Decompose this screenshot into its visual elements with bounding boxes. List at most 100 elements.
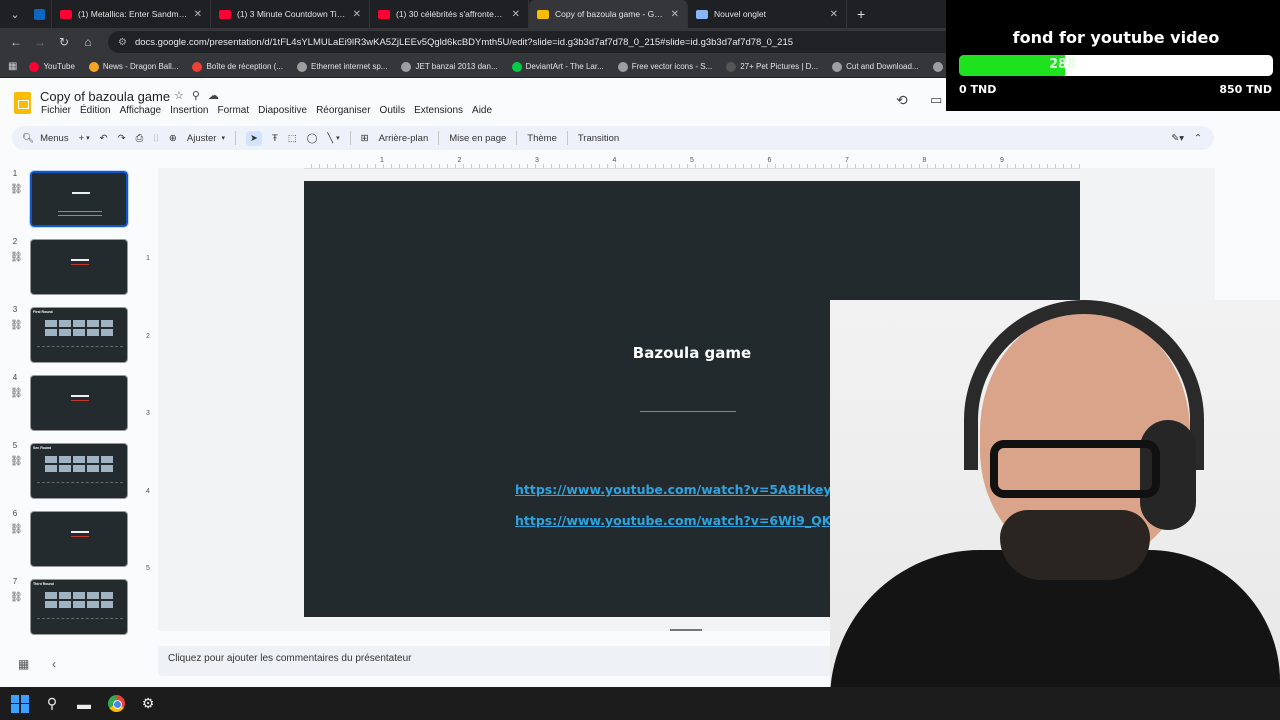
menu-item[interactable]: Format — [217, 105, 249, 116]
menu-item[interactable]: Insertion — [170, 105, 208, 116]
linked-slide-icon[interactable]: ⛓ — [10, 456, 23, 467]
slide-thumbnail-row[interactable]: 6 ⛓ — [8, 509, 133, 569]
browser-tab[interactable]: (1) Metallica: Enter Sandman ( ✕ — [52, 0, 211, 28]
slides-logo-icon[interactable] — [14, 92, 31, 114]
bookmark-item[interactable]: Cut and Download... — [832, 61, 919, 72]
slide-thumbnail-row[interactable]: 7 ⛓ Third Round — [8, 577, 133, 637]
bookmark-item[interactable]: News - Dragon Ball... — [88, 61, 178, 72]
bookmark-item[interactable]: DeviantArt - The Lar... — [511, 61, 604, 72]
home-icon[interactable]: ⌂ — [76, 35, 100, 49]
linked-slide-icon[interactable]: ⛓ — [10, 320, 23, 331]
forward-arrow-icon[interactable]: → — [28, 35, 52, 49]
bookmark-item[interactable]: 27+ Pet Pictures | D... — [726, 61, 818, 72]
browser-tab[interactable]: Nouvel onglet ✕ — [688, 0, 847, 28]
slide-thumbnail[interactable] — [30, 511, 128, 567]
collapse-filmstrip-icon[interactable]: ‹ — [52, 657, 56, 671]
bookmark-item[interactable]: Boîte de réception (... — [192, 61, 283, 72]
layout-button[interactable]: Mise en page — [449, 133, 506, 144]
slide-thumbnail-row[interactable]: 4 ⛓ — [8, 373, 133, 433]
slide-link-2[interactable]: https://www.youtube.com/watch?v=6Wi9_QKJ… — [515, 513, 861, 528]
slide-divider-line[interactable] — [640, 411, 736, 412]
menu-item[interactable]: Diapositive — [258, 105, 307, 116]
horizontal-ruler[interactable]: 1 2 3 4 5 6 7 8 9 — [304, 157, 1080, 169]
notes-resize-handle[interactable] — [670, 629, 702, 631]
slide-thumbnail[interactable] — [29, 170, 129, 228]
search-icon[interactable]: ⚲ — [42, 694, 62, 714]
version-history-icon[interactable]: ⟲ — [896, 92, 908, 109]
pen-mode-icon[interactable]: ✎▾ — [1171, 133, 1184, 144]
background-button[interactable]: Arrière-plan — [379, 133, 429, 144]
bookmark-item[interactable]: YouTube — [29, 61, 75, 72]
image-icon[interactable]: ⬚ — [288, 133, 297, 144]
add-comment-icon[interactable]: ⊞ — [361, 133, 369, 144]
tab-linkedin[interactable] — [28, 0, 52, 28]
slide-thumbnail[interactable] — [30, 239, 128, 295]
close-tab-icon[interactable]: ✕ — [830, 9, 838, 20]
menu-item[interactable]: Aide — [472, 105, 492, 116]
print-icon[interactable]: ⎙ — [136, 133, 144, 144]
menu-item[interactable]: Extensions — [414, 105, 463, 116]
bookmark-item[interactable]: JET banzai 2013 dan... — [401, 61, 498, 72]
linked-slide-icon[interactable]: ⛓ — [10, 592, 23, 603]
tab-search-chevron-icon[interactable]: ⌄ — [2, 3, 28, 25]
browser-tab[interactable]: Copy of bazoula game - Googl ✕ — [529, 0, 688, 28]
url-field[interactable]: ⚙ docs.google.com/presentation/d/1tFL4sY… — [108, 31, 968, 53]
menu-item[interactable]: Affichage — [120, 105, 162, 116]
close-tab-icon[interactable]: ✕ — [194, 9, 202, 20]
comments-icon[interactable]: ▭ — [930, 92, 942, 108]
apps-grid-icon[interactable]: ▦ — [8, 61, 17, 72]
linked-slide-icon[interactable]: ⛓ — [10, 252, 23, 263]
zoom-dropdown[interactable]: Ajuster ▾ — [187, 133, 225, 144]
grid-view-icon[interactable]: ▦ — [18, 657, 29, 671]
site-info-icon[interactable]: ⚙ — [118, 37, 127, 48]
linked-slide-icon[interactable]: ⛓ — [10, 388, 23, 399]
menu-item[interactable]: Fichier — [41, 105, 71, 116]
linked-slide-icon[interactable]: ⛓ — [10, 184, 23, 195]
browser-tab[interactable]: (1) 3 Minute Countdown Timer ✕ — [211, 0, 370, 28]
undo-icon[interactable]: ↶ — [100, 133, 108, 144]
close-tab-icon[interactable]: ✕ — [671, 9, 679, 20]
new-tab-plus-icon[interactable]: + — [857, 6, 865, 22]
back-arrow-icon[interactable]: ← — [4, 35, 28, 49]
line-icon[interactable]: ╲ ▾ — [327, 133, 339, 144]
transition-button[interactable]: Transition — [578, 133, 619, 144]
document-title[interactable]: Copy of bazoula game — [40, 89, 170, 104]
menus-search-button[interactable]: 🔍︎ Menus — [22, 133, 69, 144]
paint-format-icon[interactable]: ⌷ — [153, 133, 159, 144]
zoom-icon[interactable]: ⊕ — [169, 133, 177, 144]
slide-thumbnail-row[interactable]: 1 ⛓ — [8, 169, 133, 229]
reload-icon[interactable]: ↻ — [52, 35, 76, 49]
collapse-toolbar-icon[interactable]: ⌃ — [1194, 133, 1202, 144]
slide-thumbnail[interactable] — [30, 375, 128, 431]
select-cursor-icon[interactable]: ➤ — [245, 130, 262, 146]
close-tab-icon[interactable]: ✕ — [512, 9, 520, 20]
redo-icon[interactable]: ↷ — [118, 133, 126, 144]
bookmark-item[interactable]: Ethernet internet sp... — [296, 61, 387, 72]
move-folder-icon[interactable]: ⚲ — [192, 89, 200, 102]
slide-thumbnail-row[interactable]: 2 ⛓ — [8, 237, 133, 297]
cloud-status-icon[interactable]: ☁ — [208, 89, 219, 102]
star-icon[interactable]: ☆ — [174, 89, 184, 102]
steam-icon[interactable]: ⚙ — [138, 694, 158, 714]
close-tab-icon[interactable]: ✕ — [353, 9, 361, 20]
windows-start-icon[interactable] — [10, 694, 30, 714]
menu-item[interactable]: Outils — [380, 105, 406, 116]
slide-thumbnail[interactable]: Third Round — [30, 579, 128, 635]
chrome-icon[interactable] — [106, 694, 126, 714]
browser-tab[interactable]: (1) 30 célébrités s'affrontent po ✕ — [370, 0, 529, 28]
menu-item[interactable]: Édition — [80, 105, 111, 116]
text-box-icon[interactable]: Ŧ — [272, 133, 278, 144]
linked-slide-icon[interactable]: ⛓ — [10, 524, 23, 535]
slide-thumbnail-row[interactable]: 5 ⛓ Sec Round — [8, 441, 133, 501]
vertical-ruler[interactable]: 1 2 3 4 5 — [146, 180, 154, 617]
slide-link-1[interactable]: https://www.youtube.com/watch?v=5A8HkeyJ… — [515, 482, 864, 497]
shape-icon[interactable]: ◯ — [307, 133, 318, 144]
bookmark-item[interactable]: Free vector icons - S... — [617, 61, 712, 72]
slide-thumbnail-row[interactable]: 3 ⛓ First Round — [8, 305, 133, 365]
theme-button[interactable]: Thème — [527, 133, 557, 144]
file-explorer-icon[interactable]: ▬ — [74, 694, 94, 714]
new-slide-button[interactable]: + ▾ — [79, 133, 90, 144]
slide-thumbnail[interactable]: First Round — [30, 307, 128, 363]
slide-thumbnail[interactable]: Sec Round — [30, 443, 128, 499]
menu-item[interactable]: Réorganiser — [316, 105, 370, 116]
